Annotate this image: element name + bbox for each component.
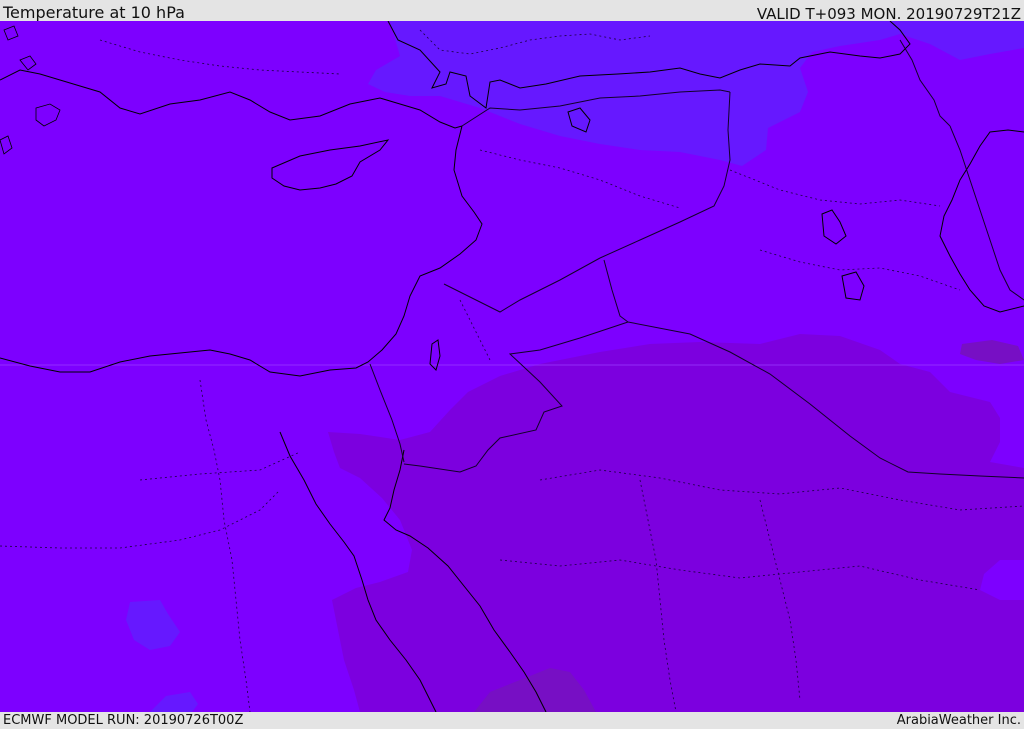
credit-label: ArabiaWeather Inc. [896, 713, 1021, 728]
model-run-label: ECMWF MODEL RUN: 20190726T00Z [3, 713, 244, 728]
header-bar: Temperature at 10 hPa VALID T+093 MON. 2… [0, 0, 1024, 23]
map-canvas [0, 21, 1024, 712]
footer-bar: ECMWF MODEL RUN: 20190726T00Z ArabiaWeat… [0, 712, 1024, 729]
map-svg [0, 21, 1024, 712]
map-title: Temperature at 10 hPa [3, 3, 185, 22]
map-frame: Temperature at 10 hPa VALID T+093 MON. 2… [0, 0, 1024, 729]
